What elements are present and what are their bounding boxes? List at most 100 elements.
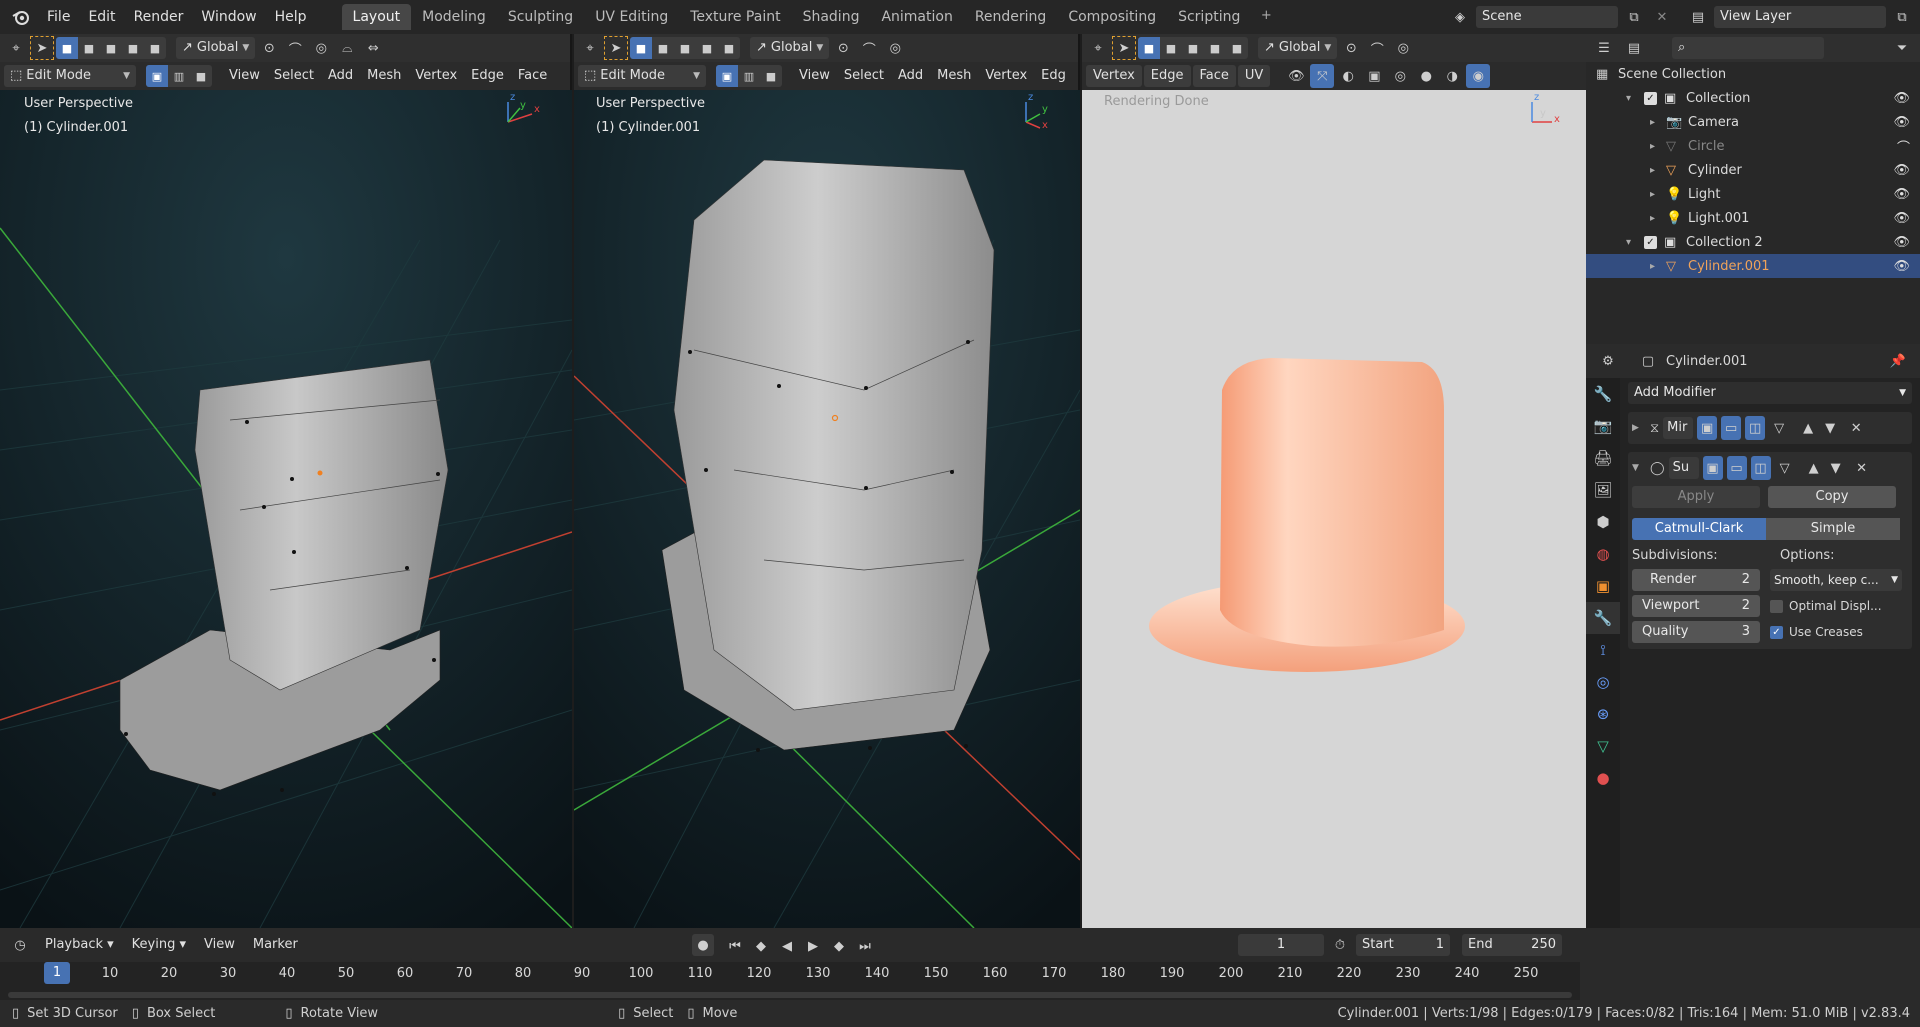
pivot-icon[interactable]: ⊙ — [1339, 36, 1363, 60]
view-layer-tab-icon[interactable]: 🖼 — [1586, 474, 1620, 506]
outliner-search-input[interactable]: ⌕ — [1672, 37, 1824, 59]
menu-select[interactable]: Select — [267, 65, 321, 87]
navigation-gizmo[interactable]: x z y — [1518, 92, 1566, 134]
menu-view[interactable]: View — [222, 65, 267, 87]
collapse-arrow-icon[interactable]: ▾ — [1626, 93, 1631, 104]
remove-modifier-icon[interactable]: ✕ — [1847, 416, 1865, 440]
rendered-shading-icon[interactable]: ◉ — [1466, 64, 1491, 88]
mirror-x-icon[interactable]: ⇔ — [361, 36, 385, 60]
scene-name-field[interactable]: Scene — [1476, 6, 1618, 28]
render-toggle-icon[interactable]: ◫ — [1750, 456, 1771, 480]
expand-arrow-icon[interactable]: ▸ — [1650, 117, 1655, 128]
selection-mode-buttons[interactable]: ■ ■ ■ ■ ■ — [630, 37, 740, 59]
realtime-toggle-icon[interactable]: ▭ — [1721, 416, 1742, 440]
timeline-menu-marker[interactable]: Marker — [246, 934, 305, 956]
outliner-row-scene-collection[interactable]: ▦ Scene Collection — [1586, 62, 1920, 86]
outliner-row-circle[interactable]: ▸ ▽ Circle ⌒ — [1586, 134, 1920, 158]
constraints-tab-icon[interactable]: ⊛ — [1586, 698, 1620, 730]
particles-tab-icon[interactable]: ⟟ — [1586, 634, 1620, 666]
editmode-toggle-icon[interactable]: ▣ — [1702, 456, 1723, 480]
exclude-checkbox[interactable]: ✓ — [1644, 235, 1657, 249]
cage-toggle-icon[interactable]: ▽ — [1769, 416, 1789, 440]
view-layer-field[interactable]: View Layer — [1714, 6, 1886, 28]
select-tool-icon[interactable]: ➤ — [30, 36, 54, 60]
outliner-row-cylinder-001[interactable]: ▸ ▽ Cylinder.001 👁 — [1586, 254, 1920, 278]
tab-shading[interactable]: Shading — [792, 4, 871, 30]
move-down-icon[interactable]: ▼ — [1827, 456, 1845, 480]
expand-arrow-icon[interactable]: ▸ — [1650, 141, 1655, 152]
menu-edge[interactable]: Edge — [464, 65, 511, 87]
menu-render[interactable]: Render — [125, 0, 193, 34]
realtime-toggle-icon[interactable]: ▭ — [1726, 456, 1747, 480]
outliner-row-collection[interactable]: ▾ ✓ ▣ Collection 👁 — [1586, 86, 1920, 110]
editor-type-icon[interactable]: ⌖ — [4, 36, 28, 60]
outliner-row-cylinder[interactable]: ▸ ▽ Cylinder 👁 — [1586, 158, 1920, 182]
play-icon[interactable]: ▶ — [802, 934, 824, 958]
menu-edge[interactable]: Edge — [1143, 65, 1191, 87]
tab-rendering[interactable]: Rendering — [964, 4, 1058, 30]
properties-editor-icon[interactable]: ⚙ — [1596, 349, 1620, 373]
timeline-editor-icon[interactable]: ◷ — [8, 933, 32, 957]
selection-mode-buttons[interactable]: ■ ■ ■ ■ ■ — [1138, 37, 1248, 59]
modifier-tab-icon[interactable]: 🔧 — [1586, 602, 1620, 634]
visibility-eye-icon[interactable]: ⌒ — [1897, 137, 1910, 156]
mode-dropdown[interactable]: ⬚ Edit Mode ▼ — [4, 65, 136, 87]
mesh-select-mode[interactable]: ▣ ▥ ■ — [716, 65, 782, 87]
menu-edit[interactable]: Edit — [79, 0, 124, 34]
scene-tab-icon[interactable]: ⬢ — [1586, 506, 1620, 538]
visibility-icon[interactable]: 👁 — [1284, 64, 1308, 88]
tab-scripting[interactable]: Scripting — [1167, 4, 1251, 30]
select-tool-icon[interactable]: ➤ — [604, 36, 628, 60]
simple-button[interactable]: Simple — [1766, 518, 1900, 540]
menu-select[interactable]: Select — [837, 65, 891, 87]
optimal-display-option[interactable]: Optimal Displ... — [1770, 595, 1902, 617]
timeline-menu-playback[interactable]: Playback ▾ — [38, 934, 121, 956]
outliner-editor-icon[interactable]: ☰ — [1592, 36, 1616, 60]
tab-animation[interactable]: Animation — [870, 4, 963, 30]
pivot-icon[interactable]: ⊙ — [257, 36, 281, 60]
render-toggle-icon[interactable]: ◫ — [1745, 416, 1766, 440]
cage-toggle-icon[interactable]: ▽ — [1775, 456, 1795, 480]
menu-mesh[interactable]: Mesh — [360, 65, 408, 87]
expand-arrow-icon[interactable]: ▶ — [1632, 423, 1646, 433]
wireframe-shading-icon[interactable]: ◎ — [1388, 64, 1412, 88]
menu-view[interactable]: View — [792, 65, 837, 87]
menu-uv[interactable]: UV — [1237, 65, 1271, 87]
tab-sculpting[interactable]: Sculpting — [497, 4, 584, 30]
pivot-icon[interactable]: ⊙ — [831, 36, 855, 60]
view-layer-icon[interactable]: ▤ — [1686, 5, 1710, 29]
proportional-edit-icon[interactable]: ◎ — [309, 36, 333, 60]
viewport-left-canvas[interactable]: User Perspective (1) Cylinder.001 x z y — [0, 90, 572, 928]
timeline-menu-view[interactable]: View — [197, 934, 242, 956]
filter-icon[interactable]: ⏷ — [1890, 36, 1914, 60]
select-tool-icon[interactable]: ➤ — [1112, 36, 1136, 60]
mesh-select-mode[interactable]: ▣ ▥ ■ — [146, 65, 212, 87]
viewport-middle-canvas[interactable]: User Perspective (1) Cylinder.001 x z y — [574, 90, 1080, 928]
menu-window[interactable]: Window — [192, 0, 265, 34]
snap-icon[interactable]: ⌒ — [857, 36, 881, 60]
visibility-eye-icon[interactable]: 👁 — [1893, 163, 1910, 178]
preview-range-icon[interactable]: ⏱ — [1328, 933, 1352, 957]
expand-arrow-icon[interactable]: ▸ — [1650, 165, 1655, 176]
use-creases-option[interactable]: ✓ Use Creases — [1770, 621, 1902, 643]
start-frame-field[interactable]: Start 1 — [1356, 934, 1450, 956]
subsurf-modifier-name[interactable]: Su — [1668, 457, 1699, 479]
falloff-icon[interactable]: ⌓ — [335, 36, 359, 60]
menu-help[interactable]: Help — [266, 0, 316, 34]
jump-end-icon[interactable]: ⏭ — [854, 934, 876, 958]
editor-type-icon[interactable]: ⌖ — [578, 36, 602, 60]
tab-uv-editing[interactable]: UV Editing — [584, 4, 679, 30]
blender-logo-icon[interactable] — [8, 4, 34, 30]
pin-icon[interactable]: 📌 — [1886, 349, 1910, 373]
proportional-edit-icon[interactable]: ◎ — [883, 36, 907, 60]
navigation-gizmo[interactable]: x z y — [496, 92, 544, 134]
navigation-gizmo[interactable]: x z y — [1012, 92, 1060, 134]
expand-arrow-icon[interactable]: ▸ — [1650, 189, 1655, 200]
record-icon[interactable]: ● — [692, 934, 714, 956]
material-shading-icon[interactable]: ◑ — [1440, 64, 1464, 88]
prev-keyframe-icon[interactable]: ◆ — [750, 934, 772, 958]
tab-layout[interactable]: Layout — [341, 4, 412, 30]
tab-compositing[interactable]: Compositing — [1057, 4, 1167, 30]
render-tab-icon[interactable]: 📷 — [1586, 410, 1620, 442]
menu-file[interactable]: File — [38, 0, 79, 34]
